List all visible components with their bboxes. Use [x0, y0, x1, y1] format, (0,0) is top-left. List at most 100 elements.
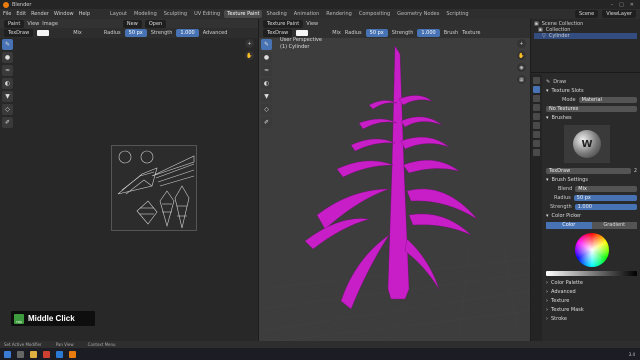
value-slider[interactable] — [546, 271, 637, 276]
draw-tool-icon[interactable]: ✎ — [2, 39, 13, 50]
texture-slots-section[interactable]: ▾ Texture Slots — [546, 86, 637, 95]
tab-animation[interactable]: Animation — [291, 10, 323, 18]
blend-field[interactable]: Mix — [575, 185, 637, 192]
tab-shading[interactable]: Shading — [263, 10, 289, 18]
tool-tab-icon[interactable] — [533, 77, 540, 84]
search-icon[interactable] — [17, 350, 24, 358]
image-editor[interactable]: Paint View Image New Open TexDraw Mix Ra… — [0, 19, 258, 341]
minimize-icon[interactable]: – — [611, 2, 614, 8]
color-tab[interactable]: Color — [546, 222, 592, 229]
annotate-tool-icon[interactable]: ✐ — [2, 117, 13, 128]
pan-hand-icon[interactable]: ✋ — [245, 51, 254, 60]
viewport-blend-select[interactable]: Mix — [332, 30, 341, 36]
brush-name-field[interactable]: TexDraw — [546, 167, 631, 174]
menu-window[interactable]: Window — [54, 11, 74, 17]
viewport-color-swatch[interactable] — [296, 30, 309, 36]
texture-slot-list[interactable]: No Textures — [546, 105, 637, 112]
advanced-section[interactable]: › Advanced — [546, 287, 637, 296]
outliner-cylinder[interactable]: ▽ Cylinder — [534, 33, 637, 39]
maximize-icon[interactable]: □ — [619, 2, 624, 8]
viewport-clone-tool-icon[interactable]: ◐ — [261, 78, 272, 89]
stroke-section[interactable]: › Stroke — [546, 314, 637, 323]
viewport-soften-tool-icon[interactable]: ● — [261, 52, 272, 63]
browser-icon[interactable] — [43, 350, 50, 358]
menu-help[interactable]: Help — [79, 11, 90, 17]
advanced-dropdown[interactable]: Advanced — [203, 30, 228, 36]
tab-texture-paint[interactable]: Texture Paint — [224, 10, 263, 18]
clone-tool-icon[interactable]: ◐ — [2, 78, 13, 89]
object-tab-icon[interactable] — [533, 131, 540, 138]
material-tab-icon[interactable] — [533, 149, 540, 156]
output-tab-icon[interactable] — [533, 104, 540, 111]
tab-geometry-nodes[interactable]: Geometry Nodes — [394, 10, 442, 18]
blender-taskbar-icon[interactable] — [69, 350, 76, 358]
3d-viewport[interactable]: Texture Paint View TexDraw Mix Radius 50… — [259, 19, 530, 341]
close-icon[interactable]: ✕ — [630, 2, 634, 8]
texture-mask-section[interactable]: › Texture Mask — [546, 305, 637, 314]
tab-compositing[interactable]: Compositing — [356, 10, 393, 18]
smear-tool-icon[interactable]: ≈ — [2, 65, 13, 76]
camera-icon[interactable]: ◉ — [517, 63, 526, 72]
render-tab-icon[interactable] — [533, 95, 540, 102]
brushes-section[interactable]: ▾ Brushes — [546, 113, 637, 122]
viewport-mask-tool-icon[interactable]: ◇ — [261, 104, 272, 115]
new-image-button[interactable]: New — [122, 19, 142, 28]
color-picker-section[interactable]: ▾ Color Picker — [546, 211, 637, 220]
menu-edit[interactable]: Edit — [16, 11, 26, 17]
modifier-tab-icon[interactable] — [533, 140, 540, 147]
zoom-icon[interactable]: + — [245, 39, 254, 48]
viewport-annotate-tool-icon[interactable]: ✐ — [261, 117, 272, 128]
soften-tool-icon[interactable]: ● — [2, 52, 13, 63]
texture-section[interactable]: › Texture — [546, 296, 637, 305]
menu-file[interactable]: File — [3, 11, 11, 17]
tab-rendering[interactable]: Rendering — [323, 10, 355, 18]
outliner[interactable]: ▣ Scene Collection ▣ Collection ▽ Cylinder — [531, 19, 640, 73]
brush-users[interactable]: 2 — [634, 168, 637, 174]
strength-field[interactable]: 1.000 — [176, 29, 199, 37]
mode-select[interactable]: Material — [578, 96, 637, 103]
blend-select[interactable]: Mix — [73, 30, 82, 36]
viewport-smear-tool-icon[interactable]: ≈ — [261, 65, 272, 76]
radius-field[interactable]: 50 px — [573, 194, 637, 201]
viewport-brush-menu[interactable]: Brush — [444, 30, 458, 36]
viewport-strength-field[interactable]: 1.000 — [417, 29, 440, 37]
editor-icon[interactable] — [56, 350, 63, 358]
scene-tab-icon[interactable] — [533, 113, 540, 120]
gradient-tab[interactable]: Gradient — [591, 222, 637, 229]
viewport-radius-field[interactable]: 50 px — [365, 29, 388, 37]
view-layer-field[interactable]: ViewLayer — [602, 10, 636, 18]
tab-sculpting[interactable]: Sculpting — [161, 10, 190, 18]
start-menu-icon[interactable] — [4, 350, 11, 358]
world-tab-icon[interactable] — [533, 122, 540, 129]
viewport-zoom-icon[interactable]: + — [517, 39, 526, 48]
color-swatch[interactable] — [37, 30, 50, 36]
scene-field[interactable]: Scene — [574, 10, 599, 18]
color-palette-section[interactable]: › Color Palette — [546, 278, 637, 287]
grid-icon[interactable]: ▦ — [517, 75, 526, 84]
mask-tool-icon[interactable]: ◇ — [2, 104, 13, 115]
radius-field[interactable]: 50 px — [124, 29, 147, 37]
strength-field[interactable]: 1.000 — [574, 203, 637, 210]
tab-uv-editing[interactable]: UV Editing — [191, 10, 223, 18]
tab-layout[interactable]: Layout — [107, 10, 130, 18]
file-explorer-icon[interactable] — [30, 350, 37, 358]
viewport-view-menu[interactable]: View — [306, 21, 318, 27]
viewport-fill-tool-icon[interactable]: ▼ — [261, 91, 272, 102]
brush-preview[interactable]: W — [564, 125, 610, 163]
fill-tool-icon[interactable]: ▼ — [2, 91, 13, 102]
active-tool-tab-icon[interactable] — [533, 86, 540, 93]
viewport-pan-hand-icon[interactable]: ✋ — [517, 51, 526, 60]
menu-render[interactable]: Render — [31, 11, 49, 17]
color-wheel[interactable] — [574, 233, 609, 267]
open-image-button[interactable]: Open — [144, 19, 167, 28]
tab-scripting[interactable]: Scripting — [443, 10, 471, 18]
viewport-brush-field[interactable]: TexDraw — [263, 29, 293, 37]
brush-field[interactable]: TexDraw — [4, 29, 34, 37]
image-image-menu[interactable]: Image — [42, 21, 58, 27]
image-mode-select[interactable]: Paint — [4, 19, 25, 28]
tab-modeling[interactable]: Modeling — [131, 10, 160, 18]
viewport-draw-tool-icon[interactable]: ✎ — [261, 39, 272, 50]
viewport-mode-select[interactable]: Texture Paint — [263, 19, 304, 28]
viewport-texture-menu[interactable]: Texture — [462, 30, 480, 36]
image-view-menu[interactable]: View — [27, 21, 39, 27]
